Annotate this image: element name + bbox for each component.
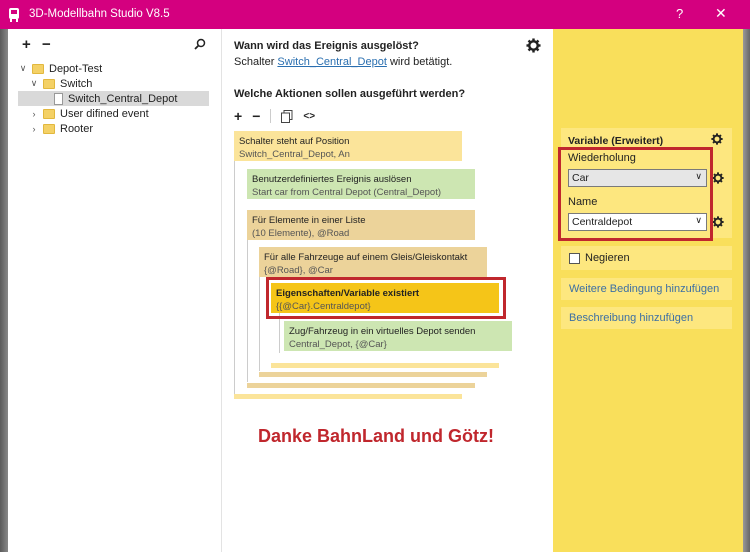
tree-item-depot-test[interactable]: ∨ Depot-Test [18,61,208,76]
block-end-bar [271,363,499,368]
repeat-select[interactable]: Car ∨ [568,169,707,187]
copy-icon[interactable] [281,109,293,123]
code-view-button[interactable]: <> [303,111,315,122]
chevron-right-icon[interactable]: › [29,124,39,134]
repeat-value: Car [572,172,589,184]
trigger-question: Wann wird das Ereignis ausgelöst? [234,40,419,52]
close-button[interactable]: ✕ [715,5,727,22]
block-title: Schalter steht auf Position [239,136,350,147]
block-title: Benutzerdefiniertes Ereignis auslösen [252,174,412,185]
block-title: Eigenschaften/Variable existiert [276,288,420,299]
tree-item-label: Switch_Central_Depot [68,92,178,105]
action-block-foreach-list[interactable]: Für Elemente in einer Liste (10 Elemente… [247,210,475,240]
chevron-down-icon: ∨ [695,215,702,225]
block-detail: Central_Depot, {@Car} [289,339,387,350]
condition-panel: Variable (Erweitert) Wiederholung Car ∨ [553,29,743,552]
block-detail: {@Road}, @Car [264,265,333,276]
add-action-button[interactable]: + [234,108,242,124]
remove-event-button[interactable]: − [42,36,51,53]
add-event-button[interactable]: + [22,36,31,53]
chevron-down-icon: ∨ [695,171,702,181]
tree-connector-line [279,313,280,353]
tree-item-switch[interactable]: ∨ Switch [29,76,209,91]
help-button[interactable]: ? [676,6,683,21]
negate-checkbox-row[interactable]: Negieren [561,246,732,270]
tree-connector-line [234,161,235,396]
block-end-bar [234,394,462,399]
chevron-down-icon[interactable]: ∨ [18,63,28,74]
block-end-bar [259,372,487,377]
action-block-variable-exists[interactable]: Eigenschaften/Variable existiert {{@Car}… [271,283,499,313]
event-editor-panel: Wann wird das Ereignis ausgelöst? Schalt… [223,29,553,552]
trigger-suffix: wird betätigt. [389,56,453,68]
block-title: Für Elemente in einer Liste [252,215,366,226]
folder-icon [32,63,44,74]
action-block-custom-event[interactable]: Benutzerdefiniertes Ereignis auslösen St… [247,169,475,199]
action-block-send-to-depot[interactable]: Zug/Fahrzeug in ein virtuelles Depot sen… [284,321,512,351]
trigger-prefix: Schalter [234,56,275,68]
name-select[interactable]: Centraldepot ∨ [568,213,707,231]
tree-item-label: Depot-Test [49,62,103,75]
folder-icon [43,78,55,89]
window-title: 3D-Modellbahn Studio V8.5 [29,8,170,20]
tree-item-label: Rooter [60,122,94,135]
condition-header: Variable (Erweitert) [568,135,664,147]
condition-card: Variable (Erweitert) Wiederholung Car ∨ [561,128,732,238]
action-block-foreach-vehicle[interactable]: Für alle Fahrzeuge auf einem Gleis/Gleis… [259,247,487,277]
tree-item-label: User difined event [60,107,149,120]
gear-icon[interactable] [712,216,724,228]
tree-item-user-defined-event[interactable]: › User difined event [29,106,209,121]
block-detail: Switch_Central_Depot, An [239,149,350,160]
tree-item-switch-central-depot[interactable]: Switch_Central_Depot [18,91,209,106]
search-icon[interactable] [194,38,206,50]
remove-action-button[interactable]: − [252,108,260,124]
negate-label: Negieren [585,252,630,264]
app-icon [9,8,19,22]
gear-icon[interactable] [712,172,724,184]
action-block-switch-position[interactable]: Schalter steht auf Position Switch_Centr… [234,131,462,161]
tree-item-rooter[interactable]: › Rooter [29,121,209,136]
negate-checkbox[interactable] [569,252,580,264]
title-bar: 3D-Modellbahn Studio V8.5 ? ✕ [0,0,750,29]
toolbar-divider [270,109,272,123]
add-condition-button[interactable]: Weitere Bedingung hinzufügen [561,278,732,300]
gear-icon[interactable] [526,38,541,53]
chevron-down-icon[interactable]: ∨ [29,78,39,89]
app-window: 3D-Modellbahn Studio V8.5 ? ✕ + − ∨ Depo… [0,0,750,552]
add-description-button[interactable]: Beschreibung hinzufügen [561,307,732,329]
thanks-caption: Danke BahnLand und Götz! [258,426,494,446]
folder-icon [43,123,55,134]
chevron-right-icon[interactable]: › [29,109,39,119]
background-scene-right [743,29,750,552]
actions-toolbar: + − <> [234,107,325,125]
block-title: Zug/Fahrzeug in ein virtuelles Depot sen… [289,326,476,337]
block-detail: Start car from Central Depot (Central_De… [252,187,442,198]
tree-connector-line [247,240,248,382]
trigger-description: Schalter Switch_Central_Depot wird betät… [234,56,452,68]
block-title: Für alle Fahrzeuge auf einem Gleis/Gleis… [264,252,468,263]
folder-icon [43,108,55,119]
actions-question: Welche Aktionen sollen ausgeführt werden… [234,88,466,100]
name-value: Centraldepot [572,216,633,228]
background-scene-left [0,29,8,552]
event-tree-panel: + − ∨ Depot-Test ∨ Switch Switch_Central… [8,29,222,552]
tree-item-label: Switch [60,77,93,90]
tree-connector-line [259,277,260,371]
name-label: Name [568,196,598,208]
gear-icon[interactable] [711,133,723,145]
block-end-bar [247,383,475,388]
file-icon [54,92,63,105]
repeat-label: Wiederholung [568,152,636,164]
block-detail: (10 Elemente), @Road [252,228,350,239]
trigger-switch-link[interactable]: Switch_Central_Depot [277,56,386,68]
block-detail: {{@Car}.Centraldepot} [276,301,371,312]
